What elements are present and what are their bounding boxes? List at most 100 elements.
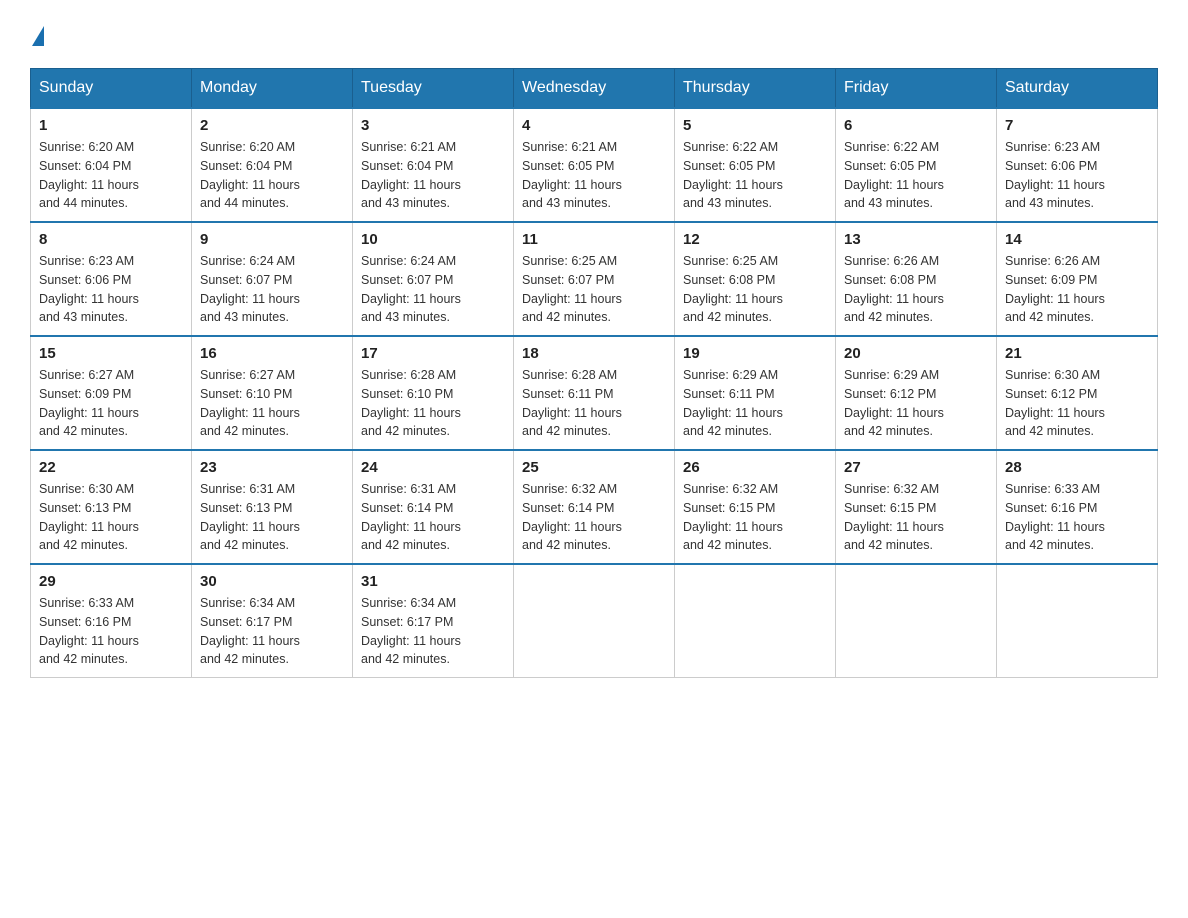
day-info: Sunrise: 6:21 AM Sunset: 6:05 PM Dayligh… xyxy=(522,138,666,213)
day-number: 28 xyxy=(1005,459,1149,476)
day-number: 30 xyxy=(200,573,344,590)
calendar-cell: 27 Sunrise: 6:32 AM Sunset: 6:15 PM Dayl… xyxy=(836,450,997,564)
header-day-tuesday: Tuesday xyxy=(353,69,514,109)
day-info: Sunrise: 6:27 AM Sunset: 6:09 PM Dayligh… xyxy=(39,366,183,441)
calendar-cell: 29 Sunrise: 6:33 AM Sunset: 6:16 PM Dayl… xyxy=(31,564,192,678)
day-info: Sunrise: 6:23 AM Sunset: 6:06 PM Dayligh… xyxy=(39,252,183,327)
day-info: Sunrise: 6:30 AM Sunset: 6:12 PM Dayligh… xyxy=(1005,366,1149,441)
day-info: Sunrise: 6:25 AM Sunset: 6:08 PM Dayligh… xyxy=(683,252,827,327)
day-info: Sunrise: 6:31 AM Sunset: 6:13 PM Dayligh… xyxy=(200,480,344,555)
calendar-cell: 18 Sunrise: 6:28 AM Sunset: 6:11 PM Dayl… xyxy=(514,336,675,450)
day-number: 2 xyxy=(200,117,344,134)
day-info: Sunrise: 6:26 AM Sunset: 6:09 PM Dayligh… xyxy=(1005,252,1149,327)
day-number: 29 xyxy=(39,573,183,590)
calendar-cell: 12 Sunrise: 6:25 AM Sunset: 6:08 PM Dayl… xyxy=(675,222,836,336)
week-row-0: 1 Sunrise: 6:20 AM Sunset: 6:04 PM Dayli… xyxy=(31,108,1158,222)
day-info: Sunrise: 6:25 AM Sunset: 6:07 PM Dayligh… xyxy=(522,252,666,327)
calendar-cell: 26 Sunrise: 6:32 AM Sunset: 6:15 PM Dayl… xyxy=(675,450,836,564)
day-info: Sunrise: 6:33 AM Sunset: 6:16 PM Dayligh… xyxy=(1005,480,1149,555)
day-number: 6 xyxy=(844,117,988,134)
calendar-cell: 30 Sunrise: 6:34 AM Sunset: 6:17 PM Dayl… xyxy=(192,564,353,678)
day-info: Sunrise: 6:21 AM Sunset: 6:04 PM Dayligh… xyxy=(361,138,505,213)
calendar-cell xyxy=(836,564,997,678)
day-info: Sunrise: 6:32 AM Sunset: 6:15 PM Dayligh… xyxy=(844,480,988,555)
day-number: 10 xyxy=(361,231,505,248)
header-day-sunday: Sunday xyxy=(31,69,192,109)
day-number: 24 xyxy=(361,459,505,476)
calendar-cell xyxy=(997,564,1158,678)
day-number: 12 xyxy=(683,231,827,248)
calendar-cell: 13 Sunrise: 6:26 AM Sunset: 6:08 PM Dayl… xyxy=(836,222,997,336)
day-number: 16 xyxy=(200,345,344,362)
header-day-thursday: Thursday xyxy=(675,69,836,109)
day-info: Sunrise: 6:33 AM Sunset: 6:16 PM Dayligh… xyxy=(39,594,183,669)
day-info: Sunrise: 6:26 AM Sunset: 6:08 PM Dayligh… xyxy=(844,252,988,327)
day-info: Sunrise: 6:27 AM Sunset: 6:10 PM Dayligh… xyxy=(200,366,344,441)
header-day-monday: Monday xyxy=(192,69,353,109)
day-info: Sunrise: 6:24 AM Sunset: 6:07 PM Dayligh… xyxy=(200,252,344,327)
day-number: 3 xyxy=(361,117,505,134)
page-header xyxy=(30,20,1158,48)
calendar-cell xyxy=(675,564,836,678)
day-number: 25 xyxy=(522,459,666,476)
calendar-table: SundayMondayTuesdayWednesdayThursdayFrid… xyxy=(30,68,1158,678)
day-number: 1 xyxy=(39,117,183,134)
calendar-cell: 21 Sunrise: 6:30 AM Sunset: 6:12 PM Dayl… xyxy=(997,336,1158,450)
day-info: Sunrise: 6:32 AM Sunset: 6:15 PM Dayligh… xyxy=(683,480,827,555)
day-number: 19 xyxy=(683,345,827,362)
week-row-1: 8 Sunrise: 6:23 AM Sunset: 6:06 PM Dayli… xyxy=(31,222,1158,336)
day-info: Sunrise: 6:22 AM Sunset: 6:05 PM Dayligh… xyxy=(844,138,988,213)
calendar-cell: 19 Sunrise: 6:29 AM Sunset: 6:11 PM Dayl… xyxy=(675,336,836,450)
calendar-cell: 1 Sunrise: 6:20 AM Sunset: 6:04 PM Dayli… xyxy=(31,108,192,222)
calendar-cell: 28 Sunrise: 6:33 AM Sunset: 6:16 PM Dayl… xyxy=(997,450,1158,564)
week-row-2: 15 Sunrise: 6:27 AM Sunset: 6:09 PM Dayl… xyxy=(31,336,1158,450)
day-info: Sunrise: 6:20 AM Sunset: 6:04 PM Dayligh… xyxy=(39,138,183,213)
day-info: Sunrise: 6:28 AM Sunset: 6:10 PM Dayligh… xyxy=(361,366,505,441)
calendar-cell: 31 Sunrise: 6:34 AM Sunset: 6:17 PM Dayl… xyxy=(353,564,514,678)
calendar-cell: 8 Sunrise: 6:23 AM Sunset: 6:06 PM Dayli… xyxy=(31,222,192,336)
day-number: 11 xyxy=(522,231,666,248)
day-info: Sunrise: 6:30 AM Sunset: 6:13 PM Dayligh… xyxy=(39,480,183,555)
calendar-cell: 22 Sunrise: 6:30 AM Sunset: 6:13 PM Dayl… xyxy=(31,450,192,564)
calendar-cell xyxy=(514,564,675,678)
day-info: Sunrise: 6:28 AM Sunset: 6:11 PM Dayligh… xyxy=(522,366,666,441)
calendar-cell: 11 Sunrise: 6:25 AM Sunset: 6:07 PM Dayl… xyxy=(514,222,675,336)
calendar-cell: 20 Sunrise: 6:29 AM Sunset: 6:12 PM Dayl… xyxy=(836,336,997,450)
day-info: Sunrise: 6:29 AM Sunset: 6:11 PM Dayligh… xyxy=(683,366,827,441)
calendar-cell: 5 Sunrise: 6:22 AM Sunset: 6:05 PM Dayli… xyxy=(675,108,836,222)
week-row-3: 22 Sunrise: 6:30 AM Sunset: 6:13 PM Dayl… xyxy=(31,450,1158,564)
day-number: 23 xyxy=(200,459,344,476)
calendar-cell: 3 Sunrise: 6:21 AM Sunset: 6:04 PM Dayli… xyxy=(353,108,514,222)
calendar-cell: 2 Sunrise: 6:20 AM Sunset: 6:04 PM Dayli… xyxy=(192,108,353,222)
day-number: 14 xyxy=(1005,231,1149,248)
day-number: 9 xyxy=(200,231,344,248)
calendar-cell: 9 Sunrise: 6:24 AM Sunset: 6:07 PM Dayli… xyxy=(192,222,353,336)
day-number: 31 xyxy=(361,573,505,590)
header-day-wednesday: Wednesday xyxy=(514,69,675,109)
day-number: 20 xyxy=(844,345,988,362)
calendar-cell: 7 Sunrise: 6:23 AM Sunset: 6:06 PM Dayli… xyxy=(997,108,1158,222)
day-number: 4 xyxy=(522,117,666,134)
calendar-body: 1 Sunrise: 6:20 AM Sunset: 6:04 PM Dayli… xyxy=(31,108,1158,678)
logo-triangle-icon xyxy=(32,26,44,46)
day-number: 18 xyxy=(522,345,666,362)
day-number: 27 xyxy=(844,459,988,476)
calendar-cell: 17 Sunrise: 6:28 AM Sunset: 6:10 PM Dayl… xyxy=(353,336,514,450)
week-row-4: 29 Sunrise: 6:33 AM Sunset: 6:16 PM Dayl… xyxy=(31,564,1158,678)
day-info: Sunrise: 6:29 AM Sunset: 6:12 PM Dayligh… xyxy=(844,366,988,441)
day-info: Sunrise: 6:23 AM Sunset: 6:06 PM Dayligh… xyxy=(1005,138,1149,213)
day-info: Sunrise: 6:24 AM Sunset: 6:07 PM Dayligh… xyxy=(361,252,505,327)
header-day-friday: Friday xyxy=(836,69,997,109)
header-row: SundayMondayTuesdayWednesdayThursdayFrid… xyxy=(31,69,1158,109)
day-info: Sunrise: 6:22 AM Sunset: 6:05 PM Dayligh… xyxy=(683,138,827,213)
day-number: 26 xyxy=(683,459,827,476)
day-number: 5 xyxy=(683,117,827,134)
day-number: 13 xyxy=(844,231,988,248)
header-day-saturday: Saturday xyxy=(997,69,1158,109)
day-info: Sunrise: 6:31 AM Sunset: 6:14 PM Dayligh… xyxy=(361,480,505,555)
calendar-cell: 14 Sunrise: 6:26 AM Sunset: 6:09 PM Dayl… xyxy=(997,222,1158,336)
calendar-cell: 23 Sunrise: 6:31 AM Sunset: 6:13 PM Dayl… xyxy=(192,450,353,564)
day-info: Sunrise: 6:32 AM Sunset: 6:14 PM Dayligh… xyxy=(522,480,666,555)
calendar-cell: 16 Sunrise: 6:27 AM Sunset: 6:10 PM Dayl… xyxy=(192,336,353,450)
calendar-cell: 15 Sunrise: 6:27 AM Sunset: 6:09 PM Dayl… xyxy=(31,336,192,450)
